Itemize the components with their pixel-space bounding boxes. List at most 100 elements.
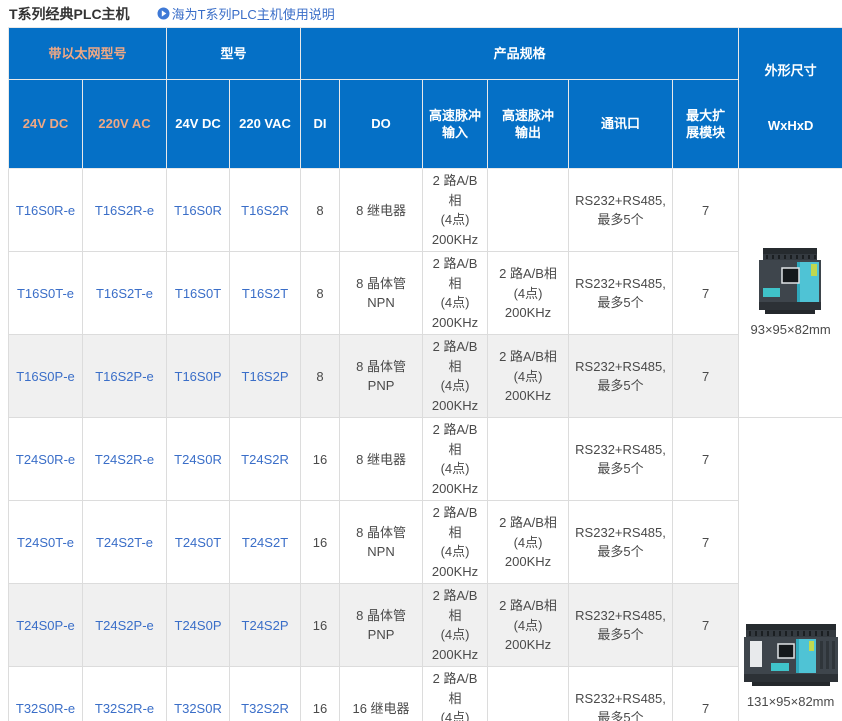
model-dc[interactable]: T24S0T bbox=[167, 501, 230, 584]
model-eth-ac[interactable]: T24S2P-e bbox=[83, 584, 167, 667]
model-ac[interactable]: T32S2R bbox=[230, 667, 301, 721]
table-row: T24S0R-e T24S2R-e T24S0R T24S2R 16 8 继电器… bbox=[9, 418, 842, 501]
di-value: 16 bbox=[301, 418, 340, 501]
model-eth-dc[interactable]: T16S0P-e bbox=[9, 335, 83, 418]
usage-doc-link-label: 海为T系列PLC主机使用说明 bbox=[172, 4, 335, 23]
di-value: 8 bbox=[301, 169, 340, 252]
model-eth-dc[interactable]: T24S0R-e bbox=[9, 418, 83, 501]
model-eth-dc[interactable]: T32S0R-e bbox=[9, 667, 83, 721]
header-pulse-in: 高速脉冲 输入 bbox=[423, 79, 488, 169]
model-eth-ac[interactable]: T24S2R-e bbox=[83, 418, 167, 501]
do-value: 8 晶体管 PNP bbox=[340, 584, 423, 667]
header-comm: 通讯口 bbox=[569, 79, 673, 169]
model-dc[interactable]: T16S0R bbox=[167, 169, 230, 252]
comm-value: RS232+RS485, 最多5个 bbox=[569, 335, 673, 418]
pulse-out-value: 2 路A/B相 (4点) 200KHz bbox=[488, 335, 569, 418]
table-row: T16S0P-e T16S2P-e T16S0P T16S2P 8 8 晶体管 … bbox=[9, 335, 842, 418]
header-do: DO bbox=[340, 79, 423, 169]
di-value: 8 bbox=[301, 252, 340, 335]
pulse-in-value: 2 路A/B相 (4点) 200KHz bbox=[423, 501, 488, 584]
do-value: 16 继电器 bbox=[340, 667, 423, 721]
dimension-cell-t32: 131×95×82mm bbox=[739, 418, 842, 721]
header-ethernet-models: 带以太网型号 bbox=[9, 28, 167, 80]
model-eth-ac[interactable]: T16S2R-e bbox=[83, 169, 167, 252]
pulse-in-value: 2 路A/B相 (4点) 200KHz bbox=[423, 252, 488, 335]
model-eth-ac[interactable]: T24S2T-e bbox=[83, 501, 167, 584]
model-eth-dc[interactable]: T16S0T-e bbox=[9, 252, 83, 335]
pulse-out-value bbox=[488, 418, 569, 501]
table-sub-header-row: 24V DC 220V AC 24V DC 220 VAC DI DO 高速脉冲… bbox=[9, 79, 842, 169]
di-value: 16 bbox=[301, 501, 340, 584]
header-dimensions-label: 外形尺寸 bbox=[743, 57, 838, 84]
di-value: 8 bbox=[301, 335, 340, 418]
model-dc[interactable]: T16S0P bbox=[167, 335, 230, 418]
pulse-out-value: 2 路A/B相 (4点) 200KHz bbox=[488, 584, 569, 667]
comm-value: RS232+RS485, 最多5个 bbox=[569, 418, 673, 501]
model-eth-ac[interactable]: T32S2R-e bbox=[83, 667, 167, 721]
pulse-out-value bbox=[488, 169, 569, 252]
table-row: T16S0T-e T16S2T-e T16S0T T16S2T 8 8 晶体管 … bbox=[9, 252, 842, 335]
table-row: T24S0P-e T24S2P-e T24S0P T24S2P 16 8 晶体管… bbox=[9, 584, 842, 667]
pulse-in-value: 2 路A/B相 (4点) 200KHz bbox=[423, 418, 488, 501]
pulse-out-value: 2 路A/B相 (4点) 200KHz bbox=[488, 252, 569, 335]
plc-t32-product-image bbox=[742, 623, 840, 689]
model-ac[interactable]: T16S2R bbox=[230, 169, 301, 252]
model-eth-dc[interactable]: T16S0R-e bbox=[9, 169, 83, 252]
page-title: T系列经典PLC主机 bbox=[9, 4, 130, 24]
header-pulse-out: 高速脉冲 输出 bbox=[488, 79, 569, 169]
table-row: T32S0R-e T32S2R-e T32S0R T32S2R 16 16 继电… bbox=[9, 667, 842, 721]
model-dc[interactable]: T16S0T bbox=[167, 252, 230, 335]
pulse-out-value bbox=[488, 667, 569, 721]
comm-value: RS232+RS485, 最多5个 bbox=[569, 584, 673, 667]
plc-t16-product-image bbox=[753, 247, 829, 317]
max-expansion-value: 7 bbox=[673, 418, 739, 501]
do-value: 8 继电器 bbox=[340, 169, 423, 252]
dimension-caption: 131×95×82mm bbox=[747, 692, 834, 712]
max-expansion-value: 7 bbox=[673, 335, 739, 418]
pulse-in-value: 2 路A/B相 (4点) 200KHz bbox=[423, 584, 488, 667]
pulse-out-value: 2 路A/B相 (4点) 200KHz bbox=[488, 501, 569, 584]
model-ac[interactable]: T24S2T bbox=[230, 501, 301, 584]
table-group-header-row: 带以太网型号 型号 产品规格 外形尺寸 WxHxD bbox=[9, 28, 842, 80]
circle-arrow-icon bbox=[157, 7, 170, 20]
max-expansion-value: 7 bbox=[673, 252, 739, 335]
model-dc[interactable]: T24S0R bbox=[167, 418, 230, 501]
dimension-cell-t16: 93×95×82mm bbox=[739, 169, 842, 418]
model-ac[interactable]: T24S2R bbox=[230, 418, 301, 501]
header-dimensions: 外形尺寸 WxHxD bbox=[739, 28, 842, 169]
table-row: T24S0T-e T24S2T-e T24S0T T24S2T 16 8 晶体管… bbox=[9, 501, 842, 584]
model-eth-dc[interactable]: T24S0T-e bbox=[9, 501, 83, 584]
model-eth-dc[interactable]: T24S0P-e bbox=[9, 584, 83, 667]
comm-value: RS232+RS485, 最多5个 bbox=[569, 252, 673, 335]
header-eth-24vdc: 24V DC bbox=[9, 79, 83, 169]
header-220vac: 220 VAC bbox=[230, 79, 301, 169]
header-models: 型号 bbox=[167, 28, 301, 80]
model-eth-ac[interactable]: T16S2P-e bbox=[83, 335, 167, 418]
do-value: 8 晶体管 PNP bbox=[340, 335, 423, 418]
comm-value: RS232+RS485, 最多5个 bbox=[569, 169, 673, 252]
model-ac[interactable]: T24S2P bbox=[230, 584, 301, 667]
usage-doc-link[interactable]: 海为T系列PLC主机使用说明 bbox=[157, 4, 335, 23]
model-eth-ac[interactable]: T16S2T-e bbox=[83, 252, 167, 335]
table-row: T16S0R-e T16S2R-e T16S0R T16S2R 8 8 继电器 … bbox=[9, 169, 842, 252]
do-value: 8 继电器 bbox=[340, 418, 423, 501]
comm-value: RS232+RS485, 最多5个 bbox=[569, 667, 673, 721]
plc-spec-table: 带以太网型号 型号 产品规格 外形尺寸 WxHxD 24V DC 220V AC… bbox=[8, 27, 842, 721]
max-expansion-value: 7 bbox=[673, 501, 739, 584]
max-expansion-value: 7 bbox=[673, 667, 739, 721]
di-value: 16 bbox=[301, 584, 340, 667]
model-dc[interactable]: T24S0P bbox=[167, 584, 230, 667]
header-product-specs: 产品规格 bbox=[301, 28, 739, 80]
header-dimensions-sub: WxHxD bbox=[743, 112, 838, 139]
max-expansion-value: 7 bbox=[673, 169, 739, 252]
pulse-in-value: 2 路A/B相 (4点) 200KHz bbox=[423, 335, 488, 418]
model-dc[interactable]: T32S0R bbox=[167, 667, 230, 721]
do-value: 8 晶体管 NPN bbox=[340, 252, 423, 335]
comm-value: RS232+RS485, 最多5个 bbox=[569, 501, 673, 584]
model-ac[interactable]: T16S2T bbox=[230, 252, 301, 335]
header-di: DI bbox=[301, 79, 340, 169]
model-ac[interactable]: T16S2P bbox=[230, 335, 301, 418]
dimension-caption: 93×95×82mm bbox=[750, 320, 830, 340]
header-max-expansion: 最大扩 展模块 bbox=[673, 79, 739, 169]
pulse-in-value: 2 路A/B相 (4点) 200KHz bbox=[423, 667, 488, 721]
